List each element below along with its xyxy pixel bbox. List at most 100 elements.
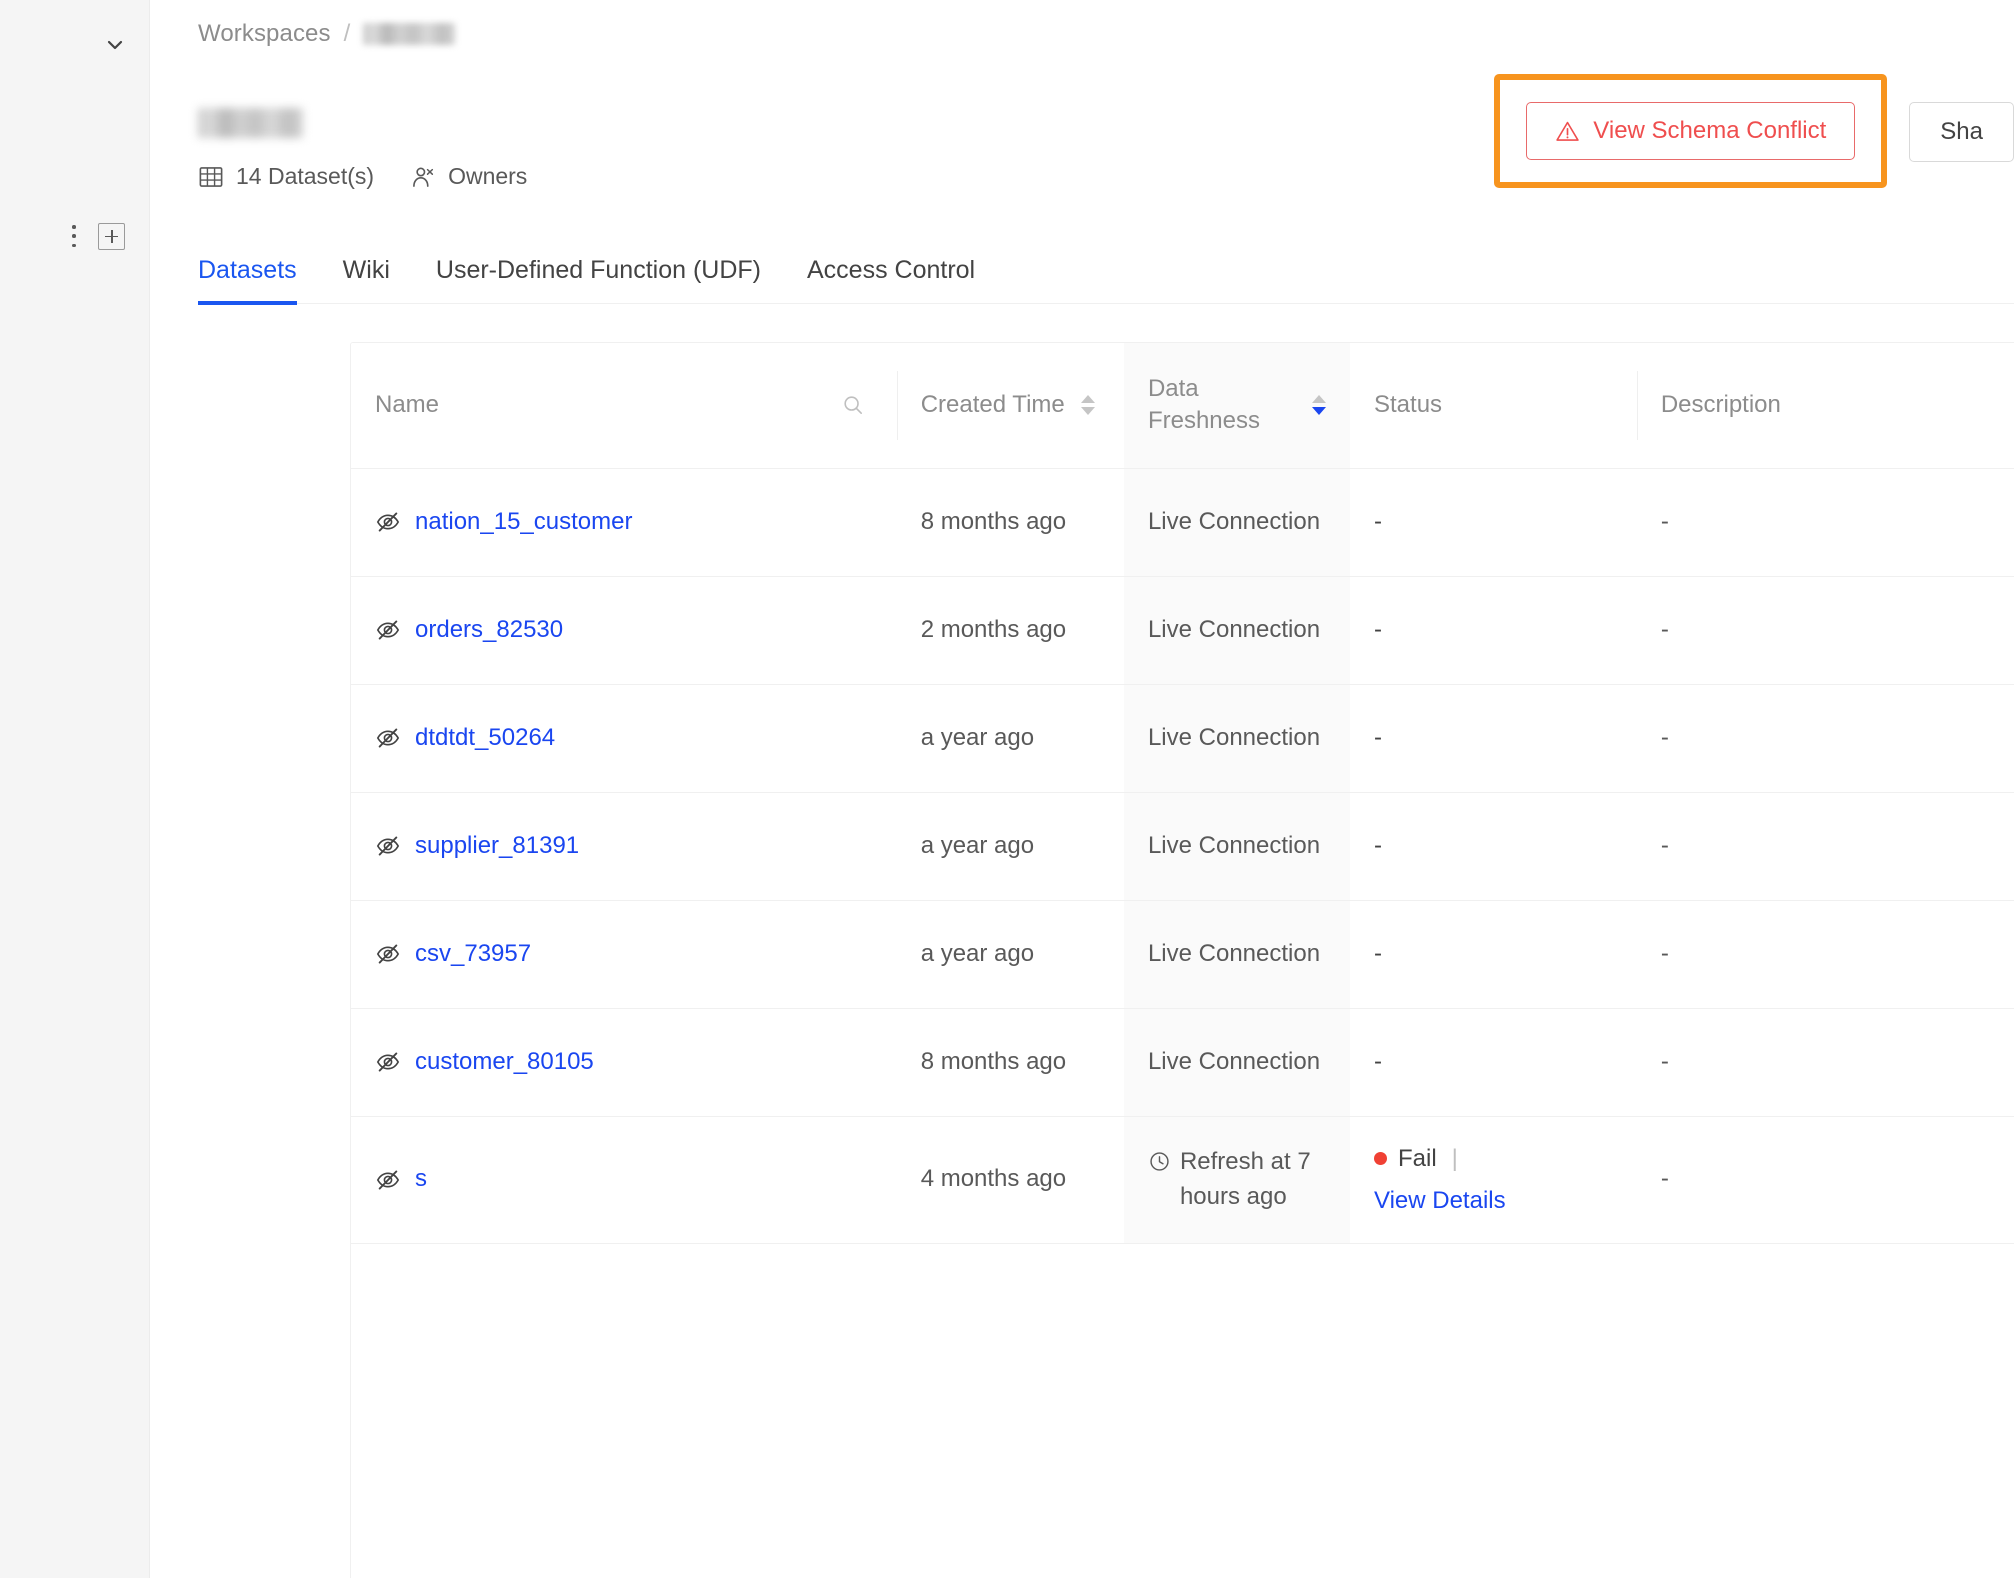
dataset-link[interactable]: nation_15_customer [415,505,632,540]
breadcrumb: Workspaces / [198,20,456,48]
cell-data-freshness: Live Connection [1123,684,1350,793]
page-title [198,108,303,138]
breadcrumb-workspaces[interactable]: Workspaces [198,20,331,48]
created-time-value: 8 months ago [920,1047,1067,1075]
tab-wiki[interactable]: Wiki [343,256,390,303]
cell-description: - [1636,468,2014,577]
dataset-link[interactable]: customer_80105 [415,1045,594,1080]
cell-data-freshness: Live Connection [1123,468,1350,577]
description-value: - [1660,1165,1669,1193]
sort-descending-icon[interactable] [1312,407,1326,416]
warning-triangle-icon [1556,121,1579,141]
dataset-link[interactable]: dtdtdt_50264 [415,721,555,756]
table-row[interactable]: s 4 months ago Refresh at 7 hours ago Fail |… [351,1116,2014,1244]
status-label: - [1374,723,1382,751]
cell-name: dtdtdt_50264 [351,684,897,793]
cell-data-freshness: Live Connection [1123,900,1350,1009]
data-freshness-sorter[interactable] [1312,395,1326,416]
eye-invisible-icon [376,1052,400,1072]
dataset-count[interactable]: 14 Dataset(s) [198,163,374,190]
cell-name: orders_82530 [351,576,897,685]
cell-data-freshness: Live Connection [1123,792,1350,901]
column-header-description-label: Description [1660,391,1781,419]
description-value: - [1660,831,1669,859]
cell-created-time: 8 months ago [896,1008,1124,1117]
table-row[interactable]: dtdtdt_50264 a year ago Live Connection - - [351,684,2014,793]
status-label: - [1374,831,1382,859]
created-time-value: a year ago [920,831,1035,859]
page-meta: 14 Dataset(s) Owners [198,163,527,190]
eye-invisible-icon [376,512,400,532]
cell-status: - [1350,1008,1637,1117]
datasets-table: Name Created Time Data Freshness Status … [351,343,2014,1244]
dataset-link[interactable]: orders_82530 [415,613,563,648]
column-header-created-time[interactable]: Created Time [896,343,1124,469]
plus-square-icon[interactable] [98,222,125,250]
description-value: - [1660,1047,1669,1075]
column-header-status-label: Status [1374,391,1443,419]
cell-status: - [1350,684,1637,793]
cell-status: - [1350,900,1637,1009]
cell-description: - [1636,684,2014,793]
status-label: Fail [1398,1144,1437,1172]
share-button[interactable]: Sha [1909,102,2014,162]
cell-name: csv_73957 [351,900,897,1009]
created-time-value: 4 months ago [920,1165,1067,1193]
clock-icon [1150,1152,1169,1171]
cell-description: - [1636,1008,2014,1117]
schema-conflict-highlight: View Schema Conflict [1494,74,1888,188]
share-button-label: Sha [1940,118,1983,145]
table-row[interactable]: csv_73957 a year ago Live Connection - - [351,900,2014,1009]
column-header-description[interactable]: Description [1636,343,2014,469]
cell-data-freshness: Live Connection [1123,576,1350,685]
cell-name: customer_80105 [351,1008,897,1117]
cell-status: - [1350,792,1637,901]
search-icon [844,396,862,415]
eye-invisible-icon [376,836,400,856]
table-grid-icon [199,166,223,187]
view-details-link[interactable]: View Details [1374,1183,1506,1219]
cell-created-time: 4 months ago [896,1116,1124,1244]
description-value: - [1660,723,1669,751]
dataset-link[interactable]: s [415,1162,427,1197]
cell-status: - [1350,468,1637,577]
table-row[interactable]: nation_15_customer 8 months ago Live Conne… [351,468,2014,577]
sort-ascending-icon[interactable] [1080,395,1095,404]
more-vertical-icon[interactable] [64,222,84,250]
sidebar-action-group [64,222,125,250]
eye-invisible-icon [376,620,400,640]
column-header-status[interactable]: Status [1350,343,1637,469]
view-schema-conflict-button[interactable]: View Schema Conflict [1526,102,1856,160]
datasets-table-container: Name Created Time Data Freshness Status … [350,342,2014,1578]
tab-bar: Datasets Wiki User-Defined Function (UDF… [198,243,2014,305]
column-header-data-freshness[interactable]: Data Freshness [1123,343,1350,469]
tab-udf[interactable]: User-Defined Function (UDF) [436,256,761,303]
owners-label: Owners [448,163,528,189]
column-header-created-time-label: Created Time [920,391,1065,419]
cell-created-time: a year ago [896,684,1124,793]
created-time-sorter[interactable] [1080,395,1095,416]
tab-datasets[interactable]: Datasets [198,256,297,305]
name-search-button[interactable] [841,393,873,417]
owners[interactable]: Owners [410,163,527,190]
cell-description: - [1636,900,2014,1009]
cell-status: Fail | View Details [1350,1116,1637,1244]
dataset-link[interactable]: csv_73957 [415,937,531,972]
created-time-value: a year ago [920,939,1035,967]
sort-descending-icon[interactable] [1080,407,1095,416]
table-row[interactable]: supplier_81391 a year ago Live Connection -… [351,792,2014,901]
sort-ascending-icon[interactable] [1312,395,1326,404]
table-row[interactable]: customer_80105 8 months ago Live Connectio… [351,1008,2014,1117]
tab-access-control[interactable]: Access Control [807,256,975,303]
breadcrumb-current-redacted[interactable] [363,23,456,45]
description-value: - [1660,939,1669,967]
table-row[interactable]: orders_82530 2 months ago Live Connection -… [351,576,2014,685]
sidebar-collapse-button[interactable] [98,28,132,62]
created-time-value: 2 months ago [920,615,1067,643]
eye-invisible-icon [376,728,400,748]
column-header-name[interactable]: Name [351,343,897,469]
column-header-data-freshness-label: Data Freshness [1147,375,1260,435]
table-body: nation_15_customer 8 months ago Live Conne… [351,468,2014,1244]
data-freshness-value: Live Connection [1147,723,1321,751]
dataset-link[interactable]: supplier_81391 [415,829,579,864]
